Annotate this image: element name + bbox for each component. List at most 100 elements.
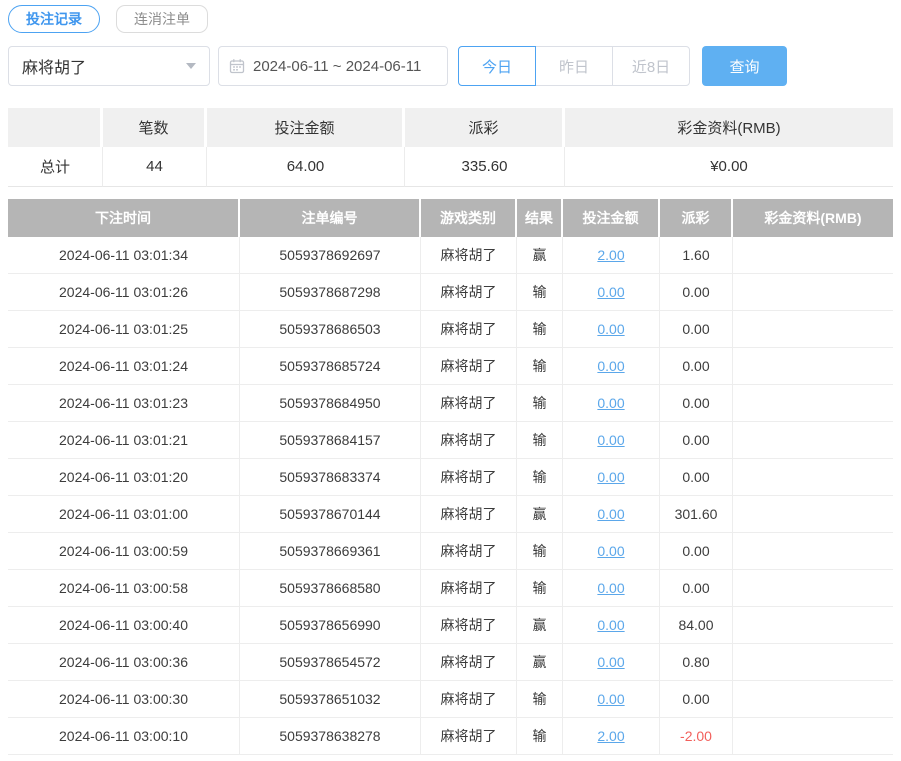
calendar-icon bbox=[229, 58, 245, 74]
table-row: 2024-06-11 03:01:34 5059378692697 麻将胡了赢 2.0… bbox=[8, 237, 893, 274]
bet-amount-cell: 2.00 bbox=[563, 237, 660, 274]
bet-amount-cell: 0.00 bbox=[563, 385, 660, 422]
table-row: 2024-06-11 03:00:10 5059378638278 麻将胡了输 2.0… bbox=[8, 718, 893, 755]
today-button[interactable]: 今日 bbox=[458, 46, 536, 86]
game-type-cell: 麻将胡了 bbox=[421, 570, 517, 607]
yesterday-button[interactable]: 昨日 bbox=[535, 46, 613, 86]
tab-betting-records-label: 投注记录 bbox=[26, 11, 82, 27]
record-type-tabs: 投注记录 连消注单 bbox=[8, 5, 893, 33]
last-8-days-button[interactable]: 近8日 bbox=[612, 46, 690, 86]
game-type-cell: 麻将胡了 bbox=[421, 533, 517, 570]
payout-cell: 84.00 bbox=[660, 607, 733, 644]
jackpot-cell bbox=[733, 681, 893, 718]
bet-amount-link[interactable]: 0.00 bbox=[597, 469, 624, 485]
jackpot-cell bbox=[733, 274, 893, 311]
table-row: 2024-06-11 03:01:26 5059378687298 麻将胡了输 0.0… bbox=[8, 274, 893, 311]
bet-amount-link[interactable]: 0.00 bbox=[597, 580, 624, 596]
jackpot-cell bbox=[733, 533, 893, 570]
result-cell: 输 bbox=[517, 348, 563, 385]
jackpot-cell bbox=[733, 644, 893, 681]
result-cell: 输 bbox=[517, 422, 563, 459]
bet-table-body: 2024-06-11 03:01:34 5059378692697 麻将胡了赢 2.0… bbox=[8, 237, 893, 755]
game-type-cell: 麻将胡了 bbox=[421, 607, 517, 644]
bet-amount-cell: 0.00 bbox=[563, 644, 660, 681]
order-id-cell: 5059378638278 bbox=[240, 718, 421, 755]
bet-time-cell: 2024-06-11 03:01:26 bbox=[8, 274, 240, 311]
summary-header-payout: 派彩 bbox=[405, 108, 565, 147]
payout-cell: 0.00 bbox=[660, 422, 733, 459]
tab-betting-records[interactable]: 投注记录 bbox=[8, 5, 100, 33]
header-payout: 派彩 bbox=[660, 199, 733, 237]
order-id-cell: 5059378684157 bbox=[240, 422, 421, 459]
bet-amount-cell: 2.00 bbox=[563, 718, 660, 755]
order-id-cell: 5059378656990 bbox=[240, 607, 421, 644]
bet-time-cell: 2024-06-11 03:00:10 bbox=[8, 718, 240, 755]
bet-amount-link[interactable]: 0.00 bbox=[597, 543, 624, 559]
game-type-cell: 麻将胡了 bbox=[421, 681, 517, 718]
bet-amount-link[interactable]: 0.00 bbox=[597, 506, 624, 522]
bet-time-cell: 2024-06-11 03:00:59 bbox=[8, 533, 240, 570]
result-cell: 输 bbox=[517, 311, 563, 348]
bet-amount-link[interactable]: 0.00 bbox=[597, 358, 624, 374]
bet-amount-link[interactable]: 0.00 bbox=[597, 395, 624, 411]
table-row: 2024-06-11 03:01:25 5059378686503 麻将胡了输 0.0… bbox=[8, 311, 893, 348]
bet-amount-link[interactable]: 0.00 bbox=[597, 691, 624, 707]
bet-time-cell: 2024-06-11 03:00:58 bbox=[8, 570, 240, 607]
jackpot-cell bbox=[733, 459, 893, 496]
table-row: 2024-06-11 03:00:30 5059378651032 麻将胡了输 0.0… bbox=[8, 681, 893, 718]
jackpot-cell bbox=[733, 311, 893, 348]
header-jackpot: 彩金资料(RMB) bbox=[733, 199, 893, 237]
bet-amount-link[interactable]: 0.00 bbox=[597, 617, 624, 633]
bet-time-cell: 2024-06-11 03:01:20 bbox=[8, 459, 240, 496]
header-order-id: 注单编号 bbox=[240, 199, 421, 237]
payout-cell: 0.80 bbox=[660, 644, 733, 681]
table-row: 2024-06-11 03:01:23 5059378684950 麻将胡了输 0.0… bbox=[8, 385, 893, 422]
order-id-cell: 5059378651032 bbox=[240, 681, 421, 718]
payout-cell: 0.00 bbox=[660, 385, 733, 422]
game-select[interactable]: 麻将胡了 bbox=[8, 46, 210, 86]
search-button[interactable]: 查询 bbox=[702, 46, 787, 86]
bet-amount-link[interactable]: 0.00 bbox=[597, 284, 624, 300]
table-row: 2024-06-11 03:01:24 5059378685724 麻将胡了输 0.0… bbox=[8, 348, 893, 385]
date-range-input[interactable]: 2024-06-11 ~ 2024-06-11 bbox=[218, 46, 448, 86]
bet-amount-cell: 0.00 bbox=[563, 681, 660, 718]
payout-cell: 0.00 bbox=[660, 274, 733, 311]
tab-cascade-orders[interactable]: 连消注单 bbox=[116, 5, 208, 33]
game-type-cell: 麻将胡了 bbox=[421, 422, 517, 459]
summary-total-row: 总计 44 64.00 335.60 ¥0.00 bbox=[8, 147, 893, 187]
bet-amount-cell: 0.00 bbox=[563, 348, 660, 385]
bet-amount-cell: 0.00 bbox=[563, 570, 660, 607]
order-id-cell: 5059378692697 bbox=[240, 237, 421, 274]
jackpot-cell bbox=[733, 237, 893, 274]
bet-time-cell: 2024-06-11 03:01:24 bbox=[8, 348, 240, 385]
bet-amount-cell: 0.00 bbox=[563, 422, 660, 459]
bet-amount-cell: 0.00 bbox=[563, 459, 660, 496]
bet-time-cell: 2024-06-11 03:01:21 bbox=[8, 422, 240, 459]
result-cell: 输 bbox=[517, 570, 563, 607]
chevron-down-icon bbox=[186, 63, 196, 69]
table-row: 2024-06-11 03:00:40 5059378656990 麻将胡了赢 0.0… bbox=[8, 607, 893, 644]
summary-total-label: 总计 bbox=[8, 147, 103, 187]
bet-amount-cell: 0.00 bbox=[563, 274, 660, 311]
bet-time-cell: 2024-06-11 03:00:30 bbox=[8, 681, 240, 718]
order-id-cell: 5059378670144 bbox=[240, 496, 421, 533]
bet-amount-link[interactable]: 0.00 bbox=[597, 432, 624, 448]
header-game-type: 游戏类别 bbox=[421, 199, 517, 237]
bet-amount-link[interactable]: 0.00 bbox=[597, 321, 624, 337]
bet-time-cell: 2024-06-11 03:01:34 bbox=[8, 237, 240, 274]
summary-payout-total-value: 335.60 bbox=[405, 147, 565, 187]
game-type-cell: 麻将胡了 bbox=[421, 718, 517, 755]
jackpot-cell bbox=[733, 607, 893, 644]
header-bet-time: 下注时间 bbox=[8, 199, 240, 237]
payout-cell: 301.60 bbox=[660, 496, 733, 533]
table-row: 2024-06-11 03:00:58 5059378668580 麻将胡了输 0.0… bbox=[8, 570, 893, 607]
order-id-cell: 5059378686503 bbox=[240, 311, 421, 348]
table-row: 2024-06-11 03:01:21 5059378684157 麻将胡了输 0.0… bbox=[8, 422, 893, 459]
game-type-cell: 麻将胡了 bbox=[421, 385, 517, 422]
order-id-cell: 5059378685724 bbox=[240, 348, 421, 385]
result-cell: 输 bbox=[517, 718, 563, 755]
bet-amount-link[interactable]: 0.00 bbox=[597, 654, 624, 670]
result-cell: 输 bbox=[517, 681, 563, 718]
bet-amount-link[interactable]: 2.00 bbox=[597, 247, 624, 263]
bet-amount-link[interactable]: 2.00 bbox=[597, 728, 624, 744]
